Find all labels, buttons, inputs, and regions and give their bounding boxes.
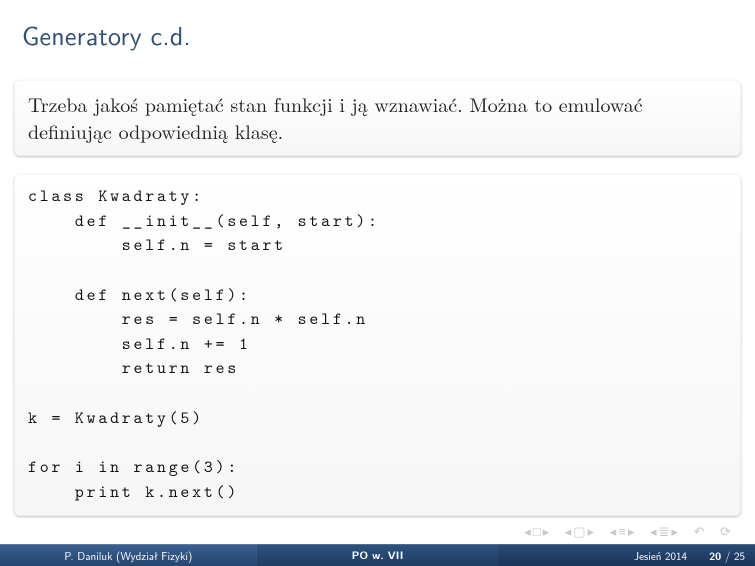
footer-right: Jesień 2014 20 / 25: [498, 544, 755, 566]
code-block: class Kwadraty: def __init__(self, start…: [14, 174, 741, 516]
code-listing: class Kwadraty: def __init__(self, start…: [28, 184, 727, 504]
footer-date: Jesień 2014: [634, 545, 687, 566]
footer-author: P. Daniluk (Wydział Fizyki): [0, 544, 257, 566]
nav-prev-subsection-icon[interactable]: ◂▢▸: [565, 524, 596, 539]
slide-footer: P. Daniluk (Wydział Fizyki) PO w. VII Je…: [0, 544, 755, 566]
nav-back-icon[interactable]: ↶: [694, 524, 707, 539]
slide-title: Generatory c.d.: [0, 0, 755, 62]
nav-refresh-icon[interactable]: ⟳: [720, 524, 733, 539]
nav-prev-slide-icon[interactable]: ◂□▸: [524, 524, 551, 539]
beamer-slide: Generatory c.d. Trzeba jakoś pamiętać st…: [0, 0, 755, 566]
page-sep: /: [721, 548, 734, 564]
page-current: 20: [709, 549, 721, 564]
nav-next-subsection-icon[interactable]: ◂≡▸: [610, 524, 637, 539]
intro-text: Trzeba jakoś pamiętać stan funkcji i ją …: [28, 90, 727, 144]
footer-title: PO w. VII: [257, 544, 499, 566]
nav-next-slide-icon[interactable]: ◂≣▸: [650, 524, 680, 539]
intro-block: Trzeba jakoś pamiętać stan funkcji i ją …: [14, 80, 741, 156]
footer-page: 20 / 25: [709, 545, 745, 566]
page-total: 25: [734, 548, 745, 564]
beamer-nav-symbols[interactable]: ◂□▸ ◂▢▸ ◂≡▸ ◂≣▸ ↶ ⟳: [520, 524, 737, 540]
